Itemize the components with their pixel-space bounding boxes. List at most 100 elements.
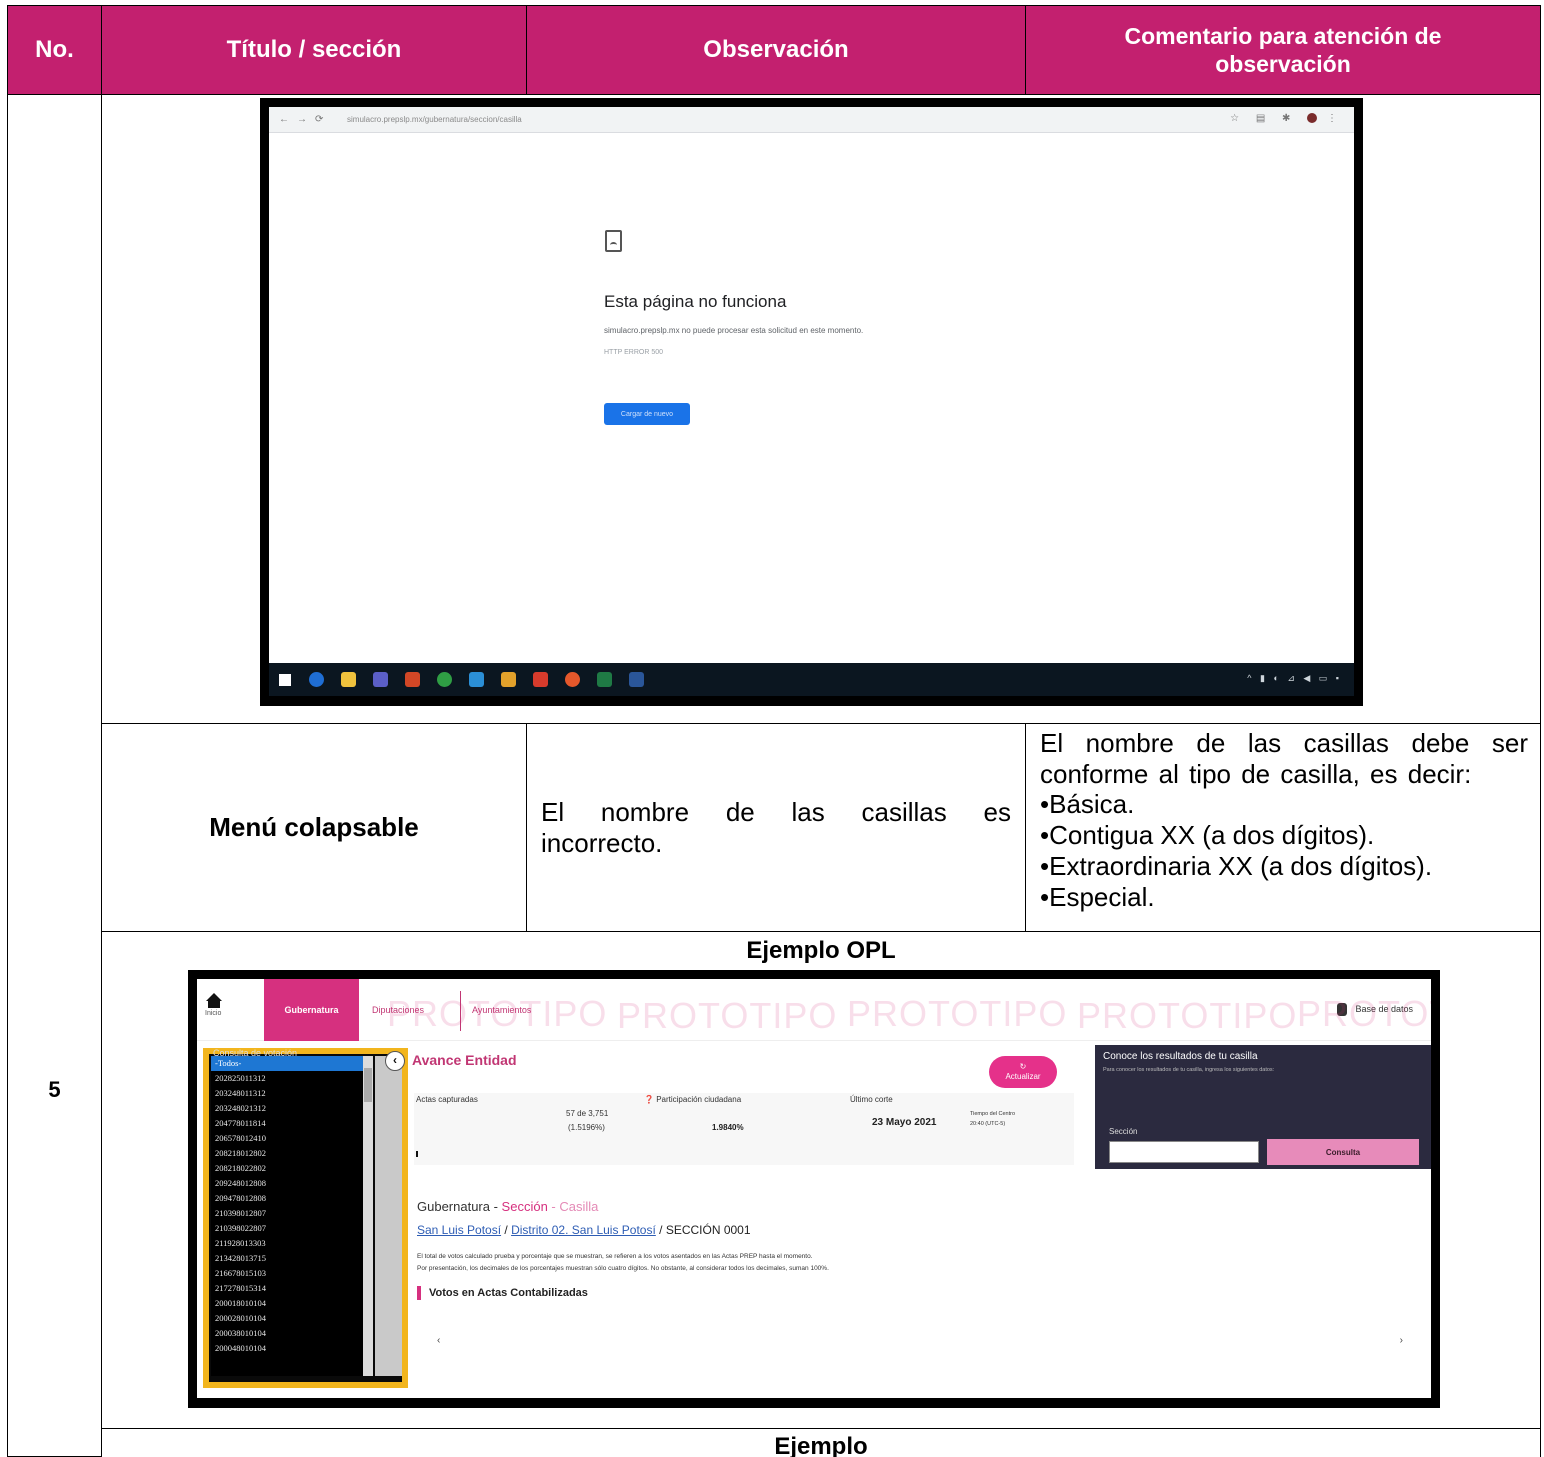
casilla-option: 202825011312 [215, 1073, 266, 1083]
windows-taskbar: ^ ▮ ◐ ⊿ ◀ ▭ ▪ [269, 663, 1354, 696]
powerpoint-app-icon [405, 672, 420, 687]
sidebar-gray-area [375, 1056, 402, 1376]
corte-label: Último corte [850, 1095, 893, 1104]
casilla-option: 216678015103 [215, 1268, 266, 1278]
teams-app-icon [373, 672, 388, 687]
progress-bar [416, 1151, 418, 1157]
participacion-value: 1.9840% [712, 1123, 744, 1132]
header-titulo: Título / sección [101, 5, 527, 95]
row-number: 5 [7, 723, 102, 1457]
casilla-option: 200038010104 [215, 1328, 266, 1338]
casilla-option: 204778011814 [215, 1118, 266, 1128]
error-description: simulacro.prepslp.mx no puede procesar e… [604, 326, 864, 335]
info-icon: ❓ [644, 1095, 654, 1104]
row-number-label: 5 [48, 1077, 61, 1102]
corte-hora-label: Tiempo del Centro [970, 1111, 1016, 1117]
taskbar-apps [309, 672, 644, 687]
participacion-label-wrap: ❓ Participación ciudadana [644, 1095, 741, 1104]
edge-app-icon [469, 672, 484, 687]
ejemplo-opl-label: Ejemplo OPL [746, 937, 896, 964]
reload-button: Cargar de nuevo [604, 403, 690, 425]
home-label: Inicio [205, 1010, 222, 1017]
casilla-option: 206578012410 [215, 1133, 266, 1143]
cell-comentario: El nombre de las casillas debe ser confo… [1025, 723, 1541, 932]
casillas-scrollbar [363, 1056, 373, 1376]
watermark: PROTOTIPO [1297, 993, 1431, 1034]
browser-error-screenshot: ←→⟳ simulacro.prepslp.mx/gubernatura/sec… [260, 98, 1363, 706]
error-title: Esta página no funciona [604, 292, 787, 311]
casilla-option: 213428013715 [215, 1253, 266, 1263]
casillas-menu: Consulta de votación -Todos- 202825011312… [203, 1048, 408, 1388]
casilla-option: 210398022807 [215, 1223, 266, 1233]
search-app-icon [309, 672, 324, 687]
actas-value: 57 de 3,751 [566, 1109, 609, 1118]
comentario-item: •Especial. [1040, 882, 1155, 912]
casilla-option: 203248021312 [215, 1103, 266, 1113]
corte-hora: 20:40 (UTC-5) [970, 1121, 1006, 1127]
actas-label: Actas capturadas [416, 1095, 478, 1104]
avance-title: Avance Entidad [412, 1052, 517, 1068]
actualizar-label: Actualizar [1005, 1072, 1041, 1081]
prep-screenshot: Inicio Gubernatura Diputaciones Ayuntami… [188, 970, 1440, 1408]
titulo-label: Menú colapsable [209, 812, 419, 842]
comentario-intro: El nombre de las casillas debe ser confo… [1040, 728, 1528, 789]
note-text: El total de votos calculado prueba y por… [417, 1251, 829, 1275]
casilla-option: 203248011312 [215, 1088, 266, 1098]
watermark: PROTOTIPO [847, 993, 1068, 1034]
chrome-app-icon [437, 672, 452, 687]
votos-title: Votos en Actas Contabilizadas [417, 1286, 588, 1300]
home-icon: Inicio [205, 993, 225, 1021]
system-tray: ^ ▮ ◐ ⊿ ◀ ▭ ▪ [1247, 673, 1342, 683]
casilla-option: 200018010104 [215, 1298, 266, 1308]
corte-value: 23 Mayo 2021 [872, 1117, 937, 1128]
breadcrumb-current: / SECCIÓN 0001 [655, 1223, 751, 1237]
header-comentario: Comentario para atención de observación [1025, 5, 1541, 95]
breadcrumb: San Luis Potosí / Distrito 02. San Luis … [417, 1223, 751, 1237]
cell-observacion: El nombre de las casillas es incorrecto. [526, 723, 1026, 932]
crumb-part: Sección [501, 1199, 548, 1214]
browser-nav-icons: ←→⟳ [279, 114, 332, 125]
casilla-option: 208218022802 [215, 1163, 266, 1173]
actualizar-button: ↻ Actualizar [989, 1056, 1057, 1088]
panel-title: Conoce los resultados de tu casilla [1103, 1051, 1258, 1062]
cell-titulo: Menú colapsable [101, 723, 527, 932]
actas-pct: (1.5196%) [568, 1123, 605, 1132]
comentario-item: •Extraordinaria XX (a dos dígitos). [1040, 851, 1433, 881]
breadcrumb-sep: / [501, 1223, 512, 1237]
casilla-option: -Todos- [211, 1056, 363, 1071]
crumb-title: Gubernatura - Sección - Casilla [417, 1199, 598, 1214]
browser-url: simulacro.prepslp.mx/gubernatura/seccion… [347, 115, 522, 124]
acrobat-app-icon [533, 672, 548, 687]
note-line: El total de votos calculado prueba y por… [417, 1253, 813, 1260]
seccion-input [1109, 1141, 1259, 1163]
scroll-right-icon: › [1399, 1335, 1403, 1346]
header-titulo-label: Título / sección [226, 36, 402, 63]
casilla-option: 209248012808 [215, 1178, 266, 1188]
crumb-part: Gubernatura - [417, 1199, 502, 1214]
observacion-text: El nombre de las casillas es incorrecto. [541, 796, 1011, 858]
refresh-icon: ↻ [1019, 1062, 1027, 1071]
windows-start-icon [279, 674, 291, 686]
ejemplo-label: Ejemplo [774, 1433, 868, 1457]
comentario-item: •Básica. [1040, 789, 1135, 819]
casillas-list: -Todos- 202825011312 203248011312 203248021… [211, 1056, 363, 1376]
store-app-icon [501, 672, 516, 687]
excel-app-icon [597, 672, 612, 687]
error-code: HTTP ERROR 500 [604, 349, 663, 356]
watermark: PROTOTIPO [387, 993, 608, 1034]
firefox-app-icon [565, 672, 580, 687]
breadcrumb-link: Distrito 02. San Luis Potosí [511, 1223, 656, 1237]
note-line: Por presentación, los decimales de los p… [417, 1265, 829, 1272]
sad-page-icon [605, 230, 622, 252]
participacion-label: Participación ciudadana [656, 1095, 742, 1104]
casilla-option: 200028010104 [215, 1313, 266, 1323]
header-observacion-label: Observación [703, 36, 849, 63]
consulta-panel: Conoce los resultados de tu casilla Para… [1095, 1045, 1431, 1169]
stats-panel: Actas capturadas 57 de 3,751 (1.5196%) ❓… [414, 1093, 1074, 1165]
header-comentario-label: Comentario para atención de observación [1124, 23, 1442, 77]
scroll-left-icon: ‹ [437, 1335, 441, 1346]
casilla-option: 200048010104 [215, 1343, 266, 1353]
header-no: No. [7, 5, 102, 95]
breadcrumb-link: San Luis Potosí [417, 1223, 502, 1237]
casilla-option: 217278015314 [215, 1283, 266, 1293]
